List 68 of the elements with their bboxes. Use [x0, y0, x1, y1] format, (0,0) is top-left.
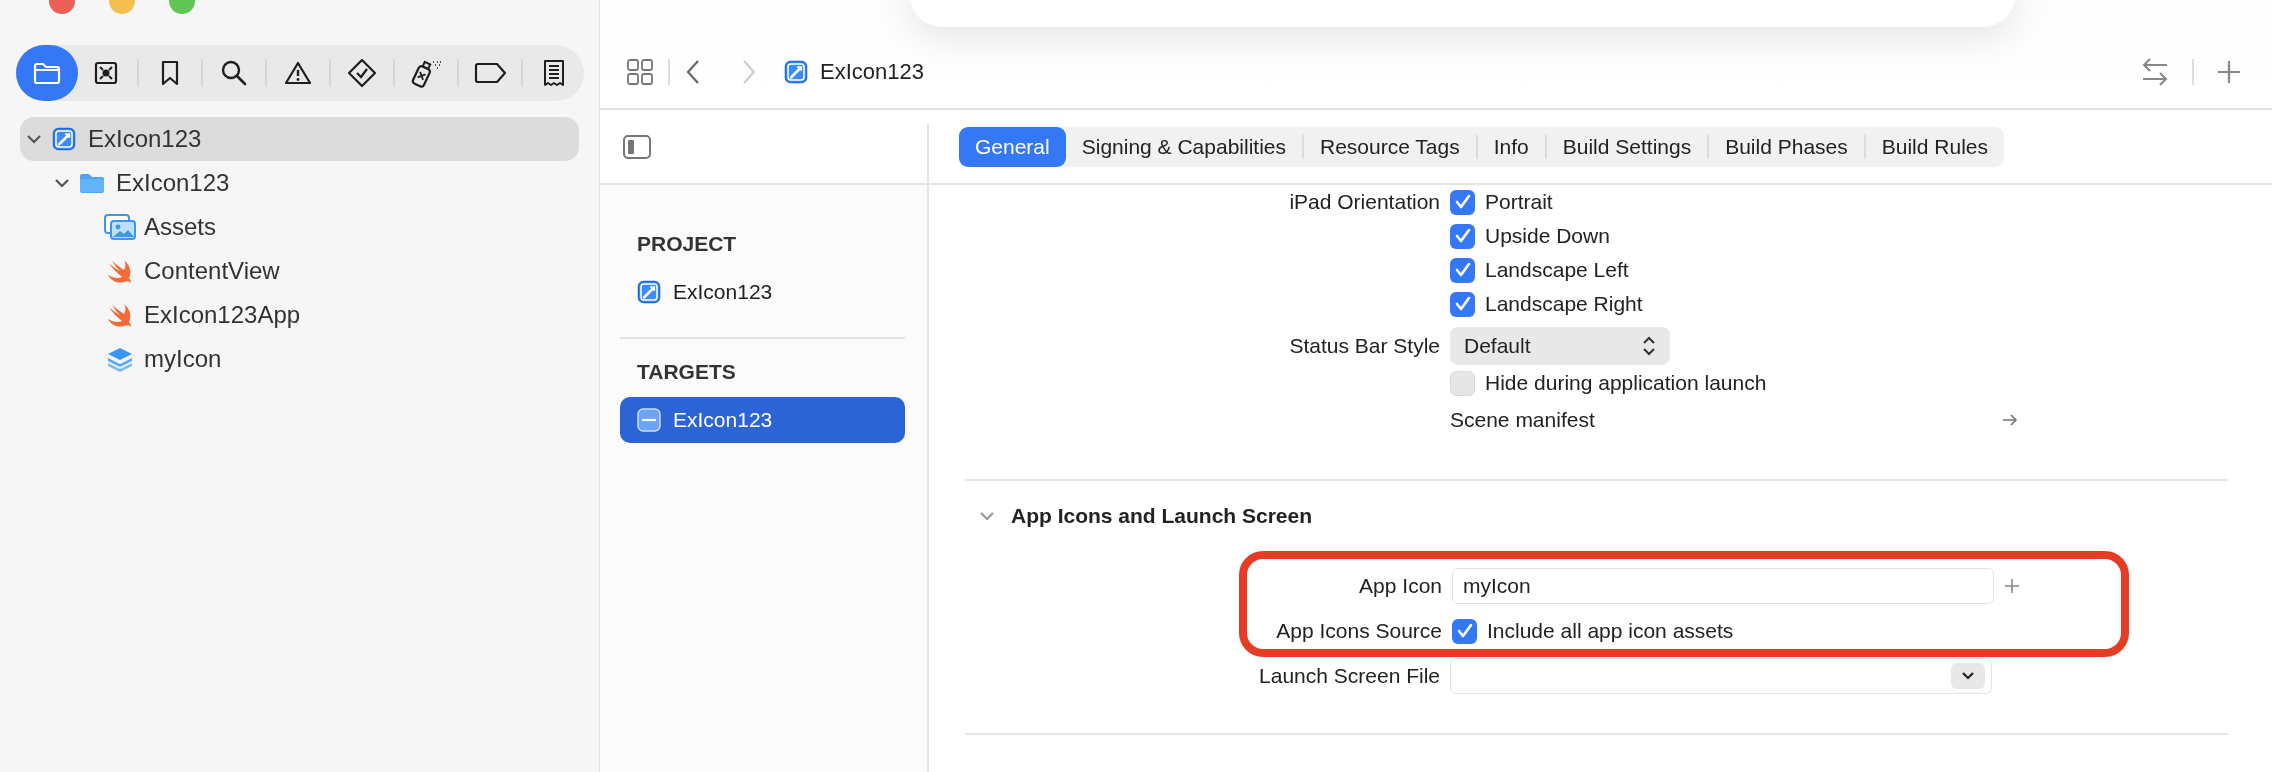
sidebar-icon[interactable]: [622, 132, 652, 161]
project-icon: [637, 280, 661, 304]
tab[interactable]: Build Phases: [1709, 126, 1864, 167]
folder-icon[interactable]: [32, 60, 62, 86]
plus-icon[interactable]: [2004, 578, 2020, 594]
field-label: App Icon: [1358, 574, 1442, 598]
report-icon[interactable]: [542, 59, 566, 87]
layers-icon: [106, 346, 134, 372]
checkbox-label: Portrait: [1485, 190, 1553, 214]
popup-button[interactable]: Default: [1450, 327, 1670, 365]
breadcrumb-item[interactable]: ExIcon123: [820, 59, 924, 85]
tree-item[interactable]: ContentView: [20, 249, 579, 293]
tab[interactable]: Build Settings: [1546, 126, 1708, 167]
bird-icon: [106, 302, 134, 328]
field-label: Status Bar Style: [1288, 334, 1440, 358]
arrow-icon[interactable]: [2002, 413, 2018, 427]
swap-arrows-icon[interactable]: [2140, 56, 2170, 88]
search-icon[interactable]: [220, 59, 248, 87]
diamond-check-icon[interactable]: [347, 58, 377, 88]
updown-icon: [1642, 336, 1656, 356]
chevron-icon: [1961, 671, 1975, 681]
warning-icon[interactable]: [284, 60, 312, 86]
text-field[interactable]: myIcon: [1452, 568, 1994, 604]
folder-icon: [79, 172, 105, 194]
project-icon: [52, 127, 76, 151]
tree-item[interactable]: Assets: [20, 205, 579, 249]
checkbox-label: Include all app icon assets: [1487, 619, 1734, 643]
section-heading: TARGETS: [636, 359, 737, 385]
tab[interactable]: Signing & Capabilities: [1065, 126, 1302, 167]
checkbox-label: Upside Down: [1485, 224, 1610, 248]
tab[interactable]: Info: [1477, 126, 1545, 167]
checkbox[interactable]: [1450, 189, 1475, 215]
checkbox-label: Hide during application launch: [1485, 371, 1767, 395]
tab[interactable]: Build Rules: [1865, 126, 2004, 167]
app-icon: [637, 408, 661, 432]
dropdown-button[interactable]: [1951, 663, 1985, 689]
tab[interactable]: Resource Tags: [1304, 126, 1476, 167]
checkbox[interactable]: [1450, 223, 1475, 249]
setting-link[interactable]: Scene manifest: [1450, 408, 1992, 432]
section-title: App Icons and Launch Screen: [1011, 504, 1313, 528]
checkbox[interactable]: [1452, 618, 1477, 644]
tag-icon[interactable]: [473, 62, 507, 84]
field-label: iPad Orientation: [1288, 190, 1440, 214]
tree-item[interactable]: myIcon: [20, 337, 579, 381]
spray-icon[interactable]: [409, 58, 443, 88]
target-icon[interactable]: [93, 60, 119, 86]
target-list-item[interactable]: ExIcon123: [620, 269, 905, 315]
field-label: Launch Screen File: [1258, 664, 1440, 688]
tree-item[interactable]: ExIcon123: [20, 161, 579, 205]
checkbox-label: Landscape Right: [1485, 292, 1643, 316]
grid-icon[interactable]: [626, 58, 654, 86]
checkbox[interactable]: [1450, 370, 1475, 396]
dropdown-field[interactable]: [1450, 658, 1992, 694]
back-icon[interactable]: [684, 58, 702, 86]
tree-item[interactable]: ExIcon123: [20, 117, 579, 161]
target-list-item[interactable]: ExIcon123: [620, 397, 905, 443]
tree-item[interactable]: ExIcon123App: [20, 293, 579, 337]
field-label: App Icons Source: [1275, 619, 1442, 643]
project-icon: [784, 60, 808, 84]
plus-icon[interactable]: [2216, 59, 2242, 85]
checkbox[interactable]: [1450, 257, 1475, 283]
bird-icon: [106, 258, 134, 284]
section-heading: PROJECT: [636, 231, 738, 257]
checkbox[interactable]: [1450, 291, 1475, 317]
bookmark-icon[interactable]: [159, 59, 181, 87]
checkbox-label: Landscape Left: [1485, 258, 1629, 282]
tab[interactable]: General: [959, 126, 1066, 167]
images-icon: [103, 213, 137, 241]
